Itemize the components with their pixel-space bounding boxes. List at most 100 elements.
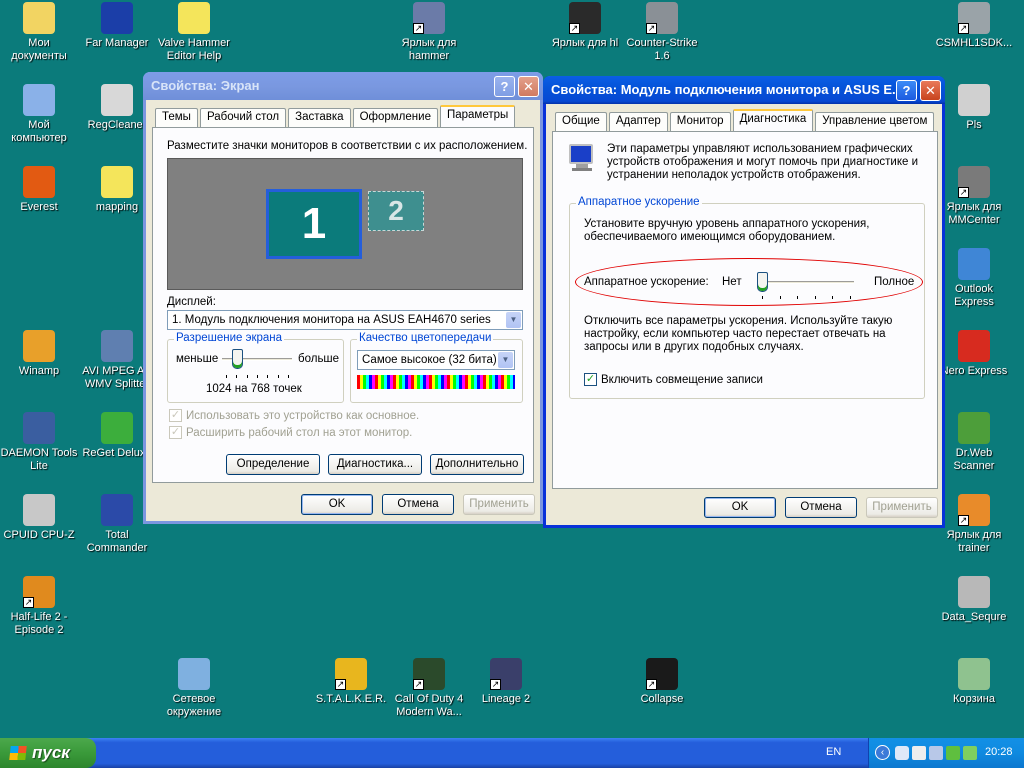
monitor-layout-area: 1 2 <box>167 158 523 290</box>
nero-icon <box>958 330 990 362</box>
csm-icon: ↗ <box>958 2 990 34</box>
desktop-icon-label: Far Manager <box>85 37 149 49</box>
monitor-properties-titlebar[interactable]: Свойства: Модуль подключения монитора и … <box>543 76 945 104</box>
desktop-icon[interactable]: ↗ CSMHL1SDK... <box>935 2 1013 50</box>
desktop-icon-label: Pls <box>966 119 982 131</box>
desktop-icon[interactable]: Корзина <box>935 658 1013 706</box>
desktop-icon[interactable]: ↗ Half-Life 2 - Episode 2 <box>0 576 78 637</box>
desktop-icon[interactable]: ↗ Call Of Duty 4 Modern Wa... <box>390 658 468 719</box>
desktop-icon-label: Everest <box>20 201 58 213</box>
extend-desktop-checkbox[interactable]: ✓ <box>169 426 182 439</box>
troubleshoot-button[interactable]: Диагностика... <box>328 454 422 475</box>
desktop-icon[interactable]: Nero Express <box>935 330 1013 378</box>
ok-button[interactable]: OK <box>301 494 373 515</box>
monitor-1-box[interactable]: 1 <box>266 189 362 259</box>
ok-button[interactable]: OK <box>704 497 776 518</box>
chevron-down-icon[interactable]: ▼ <box>506 312 521 328</box>
display-properties-titlebar[interactable]: Свойства: Экран ? ✕ <box>143 72 543 100</box>
lineage-icon: ↗ <box>490 658 522 690</box>
close-button[interactable]: ✕ <box>920 80 941 101</box>
tab-troubleshoot[interactable]: Диагностика <box>732 109 814 131</box>
desktop-icon[interactable]: DAEMON Tools Lite <box>0 412 78 473</box>
cpuz-icon <box>23 494 55 526</box>
monitor-properties-window: Свойства: Модуль подключения монитора и … <box>543 76 945 528</box>
cancel-button[interactable]: Отмена <box>785 497 857 518</box>
resolution-less-label: меньше <box>176 353 219 365</box>
everest-icon <box>23 166 55 198</box>
collapse-icon: ↗ <box>646 658 678 690</box>
slider-tick <box>236 375 238 378</box>
desktop-icon[interactable]: ↗ S.T.A.L.K.E.R. <box>312 658 390 706</box>
desktop-icon[interactable]: Pls <box>935 84 1013 132</box>
my-computer-icon <box>23 84 55 116</box>
hammer-icon: ↗ <box>413 2 445 34</box>
tab-adapter[interactable]: Адаптер <box>608 112 668 131</box>
desktop-icon-label: Lineage 2 <box>481 693 531 705</box>
tray-app-icon[interactable] <box>929 746 943 760</box>
desktop-icon[interactable]: ↗ Ярлык для hammer <box>390 2 468 63</box>
desktop-icon[interactable]: ↗ Counter-Strike 1.6 <box>623 2 701 63</box>
tray-app-icon[interactable] <box>946 746 960 760</box>
tab-settings[interactable]: Параметры <box>439 105 516 127</box>
close-button[interactable]: ✕ <box>518 76 539 97</box>
language-indicator[interactable]: EN <box>826 746 841 758</box>
desktop-icon[interactable]: Far Manager <box>78 2 156 50</box>
troubleshoot-description: Эти параметры управляют использованием г… <box>607 143 919 181</box>
tab-monitor[interactable]: Монитор <box>669 112 731 131</box>
slider-tick <box>267 375 269 378</box>
apply-button[interactable]: Применить <box>463 494 535 515</box>
apply-button[interactable]: Применить <box>866 497 938 518</box>
desktop-icon[interactable]: ↗ Lineage 2 <box>467 658 545 706</box>
tab-color-management[interactable]: Управление цветом <box>815 112 935 131</box>
shortcut-arrow-icon: ↗ <box>958 23 969 34</box>
advanced-button[interactable]: Дополнительно <box>430 454 524 475</box>
desktop-icon[interactable]: Мои документы <box>0 2 78 63</box>
cancel-button[interactable]: Отмена <box>382 494 454 515</box>
desktop-icon[interactable]: ↗ Ярлык для trainer <box>935 494 1013 555</box>
desktop-icon[interactable]: Winamp <box>0 330 78 378</box>
desktop-icon-label: Сетевое окружение <box>166 693 222 718</box>
resolution-slider-thumb[interactable] <box>232 349 243 369</box>
desktop-icon[interactable]: Dr.Web Scanner <box>935 412 1013 473</box>
tab-screensaver[interactable]: Заставка <box>288 108 351 127</box>
clock[interactable]: 20:28 <box>985 746 1013 758</box>
start-button[interactable]: пуск <box>0 738 96 768</box>
desktop-icon-label: S.T.A.L.K.E.R. <box>315 693 387 705</box>
tab-themes[interactable]: Темы <box>155 108 198 127</box>
tab-appearance[interactable]: Оформление <box>352 108 438 127</box>
desktop-icon-label: Collapse <box>640 693 684 705</box>
desktop-icon[interactable]: Мой компьютер <box>0 84 78 145</box>
desktop-icon[interactable]: Data_Sequre <box>935 576 1013 624</box>
tray-app-icon[interactable] <box>963 746 977 760</box>
desktop-icon[interactable]: Valve Hammer Editor Help <box>155 2 233 63</box>
desktop-icon[interactable]: Сетевое окружение <box>155 658 233 719</box>
desktop-icon-label: CSMHL1SDK... <box>935 37 1013 49</box>
stalker-icon: ↗ <box>335 658 367 690</box>
display-label: Дисплей: <box>167 296 216 308</box>
desktop-icon[interactable]: ↗ Collapse <box>623 658 701 706</box>
write-combining-checkbox[interactable]: ✓ <box>584 373 597 386</box>
help-button[interactable]: ? <box>494 76 515 97</box>
primary-device-checkbox[interactable]: ✓ <box>169 409 182 422</box>
display-select[interactable]: 1. Модуль подключения монитора на ASUS E… <box>167 310 523 330</box>
mmcenter-icon: ↗ <box>958 166 990 198</box>
desktop-icon[interactable]: ↗ Ярлык для MMCenter <box>935 166 1013 227</box>
chevron-down-icon[interactable]: ▼ <box>498 352 513 368</box>
color-quality-select[interactable]: Самое высокое (32 бита) ▼ <box>357 350 515 370</box>
start-label: пуск <box>32 743 70 762</box>
regcleaner-icon <box>101 84 133 116</box>
monitor-2-box[interactable]: 2 <box>368 191 424 231</box>
desktop-icon[interactable]: ↗ Ярлык для hl <box>546 2 624 50</box>
help-button[interactable]: ? <box>896 80 917 101</box>
desktop-icon[interactable]: Outlook Express <box>935 248 1013 309</box>
desktop-icon[interactable]: Everest <box>0 166 78 214</box>
tab-desktop[interactable]: Рабочий стол <box>199 108 287 127</box>
tab-general[interactable]: Общие <box>555 112 607 131</box>
desktop-icon[interactable]: CPUID CPU-Z <box>0 494 78 542</box>
show-hidden-icons-icon[interactable]: ‹ <box>875 745 890 760</box>
tray-app-icon[interactable] <box>912 746 926 760</box>
desktop-icon-label: Total Commander <box>86 529 148 554</box>
tray-app-icon[interactable] <box>895 746 909 760</box>
desktop-icon-label: Winamp <box>18 365 60 377</box>
identify-button[interactable]: Определение <box>226 454 320 475</box>
